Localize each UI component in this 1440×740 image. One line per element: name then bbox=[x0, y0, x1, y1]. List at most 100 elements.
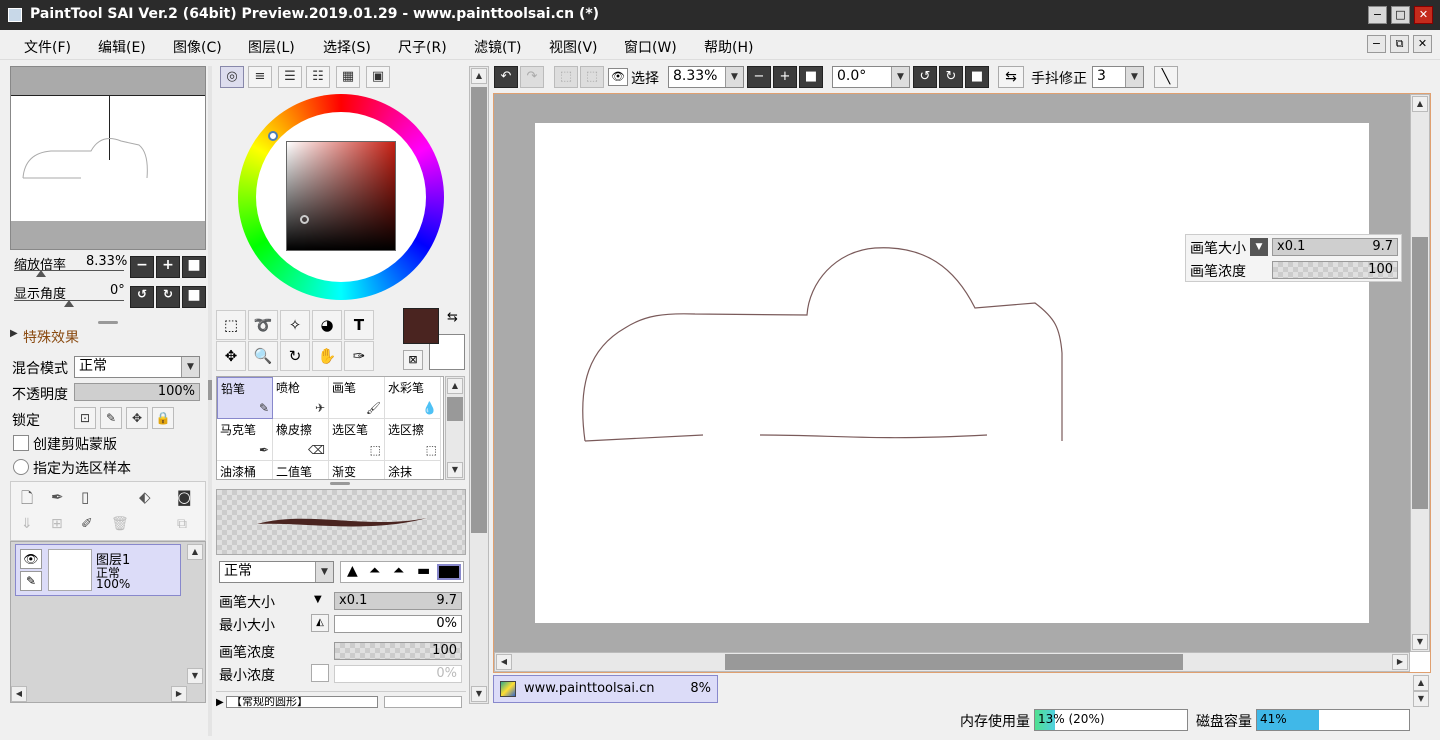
canvas-scroll-left[interactable]: ◀ bbox=[496, 654, 512, 670]
canvas-angle-select[interactable]: 0.0° ▼ bbox=[832, 66, 910, 88]
text-tool-icon[interactable]: T bbox=[344, 310, 374, 340]
clear-layer-icon[interactable]: ✐ bbox=[81, 516, 93, 532]
blend-mode-select[interactable]: 正常 ▼ bbox=[74, 356, 200, 378]
zoom-tool-icon[interactable]: 🔍 bbox=[248, 341, 278, 371]
effects-label[interactable]: 特殊效果 bbox=[23, 327, 79, 347]
zoom-out-button[interactable]: − bbox=[130, 256, 154, 278]
stabilizer-select[interactable]: 3 ▼ bbox=[1092, 66, 1144, 88]
rotate-tool-icon[interactable]: ↻ bbox=[280, 341, 310, 371]
expand-arrow-icon[interactable]: ▶ bbox=[216, 697, 224, 708]
shape-icon[interactable]: ◕ bbox=[312, 310, 342, 340]
canvas-paper[interactable] bbox=[535, 123, 1369, 623]
brush-density-slider[interactable]: 100 bbox=[334, 642, 462, 660]
menu-filter[interactable]: 滤镜(T) bbox=[474, 37, 521, 57]
clipping-checkbox[interactable] bbox=[13, 435, 29, 451]
min-size-slider[interactable]: 0% bbox=[334, 615, 462, 633]
rotate-reset-button[interactable]: ■ bbox=[182, 286, 206, 308]
move-icon[interactable]: ✥ bbox=[216, 341, 246, 371]
canvas-zoom-in-button[interactable]: + bbox=[773, 66, 797, 88]
lasso-icon[interactable]: ➰ bbox=[248, 310, 278, 340]
menu-window[interactable]: 窗口(W) bbox=[624, 37, 677, 57]
menu-image[interactable]: 图像(C) bbox=[173, 37, 222, 57]
document-tab[interactable]: www.painttoolsai.cn 8% bbox=[493, 675, 718, 703]
menu-layer[interactable]: 图层(L) bbox=[248, 37, 295, 57]
redo-icon[interactable]: ↷ bbox=[520, 66, 544, 88]
tool-panel-scroll-down[interactable]: ▼ bbox=[471, 686, 487, 702]
zoom-reset-button[interactable]: ■ bbox=[182, 256, 206, 278]
brush-gradient[interactable]: 渐变 bbox=[329, 461, 385, 479]
doc-list-scroll-up[interactable]: ▲ bbox=[1413, 675, 1429, 691]
panel-splitter[interactable] bbox=[98, 321, 118, 324]
delete-layer-icon[interactable]: 🗑 bbox=[111, 516, 129, 532]
pressure-curve-icon[interactable]: ◭ bbox=[311, 614, 329, 632]
hand-icon[interactable]: ✋ bbox=[312, 341, 342, 371]
canvas-scroll-up[interactable]: ▲ bbox=[1412, 96, 1428, 112]
canvas-hscrollbar[interactable]: ◀ ▶ bbox=[494, 652, 1410, 672]
chevron-down-icon[interactable]: ▼ bbox=[315, 562, 333, 582]
lock-all-icon[interactable]: 🔒 bbox=[152, 407, 174, 429]
undo-icon[interactable]: ↶ bbox=[494, 66, 518, 88]
left-splitter-grip[interactable] bbox=[208, 380, 212, 400]
brush-airbrush[interactable]: 喷枪 ✈ bbox=[273, 377, 329, 419]
minimize-button[interactable]: − bbox=[1368, 6, 1387, 24]
canvas-rotate-left-button[interactable]: ↺ bbox=[913, 66, 937, 88]
new-folder-icon[interactable]: ▯ bbox=[81, 488, 89, 506]
saturation-value-square[interactable] bbox=[286, 141, 396, 251]
brush-scroll-thumb[interactable] bbox=[447, 397, 463, 421]
hsv-sliders-tab-icon[interactable]: ☰ bbox=[278, 66, 302, 88]
canvas-rotate-reset-button[interactable]: ■ bbox=[965, 66, 989, 88]
canvas-scroll-right[interactable]: ▶ bbox=[1392, 654, 1408, 670]
eye-icon[interactable]: 👁 bbox=[20, 549, 42, 569]
chevron-down-icon[interactable]: ▼ bbox=[1250, 238, 1268, 256]
scratchpad-tab-icon[interactable]: ▣ bbox=[366, 66, 390, 88]
brush-pencil[interactable]: 铅笔 ✎ bbox=[217, 377, 273, 419]
flip-horizontal-icon[interactable]: ⇆ bbox=[998, 66, 1024, 88]
tip-shape-3-icon[interactable]: ⏶ bbox=[393, 563, 404, 579]
rotate-left-button[interactable]: ↺ bbox=[130, 286, 154, 308]
tool-panel-scrollbar[interactable]: ▲ ▼ bbox=[469, 66, 489, 704]
brush-grid-scrollbar[interactable]: ▲ ▼ bbox=[445, 376, 465, 480]
layer-mask-icon[interactable]: ◙ bbox=[177, 488, 192, 506]
canvas-zoom-out-button[interactable]: − bbox=[747, 66, 771, 88]
tip-shape-4-icon[interactable]: ▬ bbox=[417, 563, 430, 579]
opacity-slider[interactable]: 100% bbox=[74, 383, 200, 401]
lock-transparency-icon[interactable]: ⊡ bbox=[74, 407, 96, 429]
doc-list-scroll-down[interactable]: ▼ bbox=[1413, 691, 1429, 707]
apply-mask-icon[interactable]: ⧉ bbox=[177, 516, 187, 532]
menu-view[interactable]: 视图(V) bbox=[549, 37, 598, 57]
layer-effects-icon[interactable]: ⬖ bbox=[139, 488, 151, 506]
canvas-hscroll-thumb[interactable] bbox=[725, 654, 1183, 670]
layer-scroll-right[interactable]: ▶ bbox=[171, 686, 187, 702]
new-layer-icon[interactable]: 🗋 bbox=[21, 488, 33, 513]
merge-down-icon[interactable]: ⊞ bbox=[51, 516, 63, 532]
tip-shape-1-icon[interactable]: ▲ bbox=[347, 563, 358, 579]
selection-sample-radio[interactable] bbox=[13, 459, 29, 475]
tip-shape-2-icon[interactable]: ⏶ bbox=[369, 563, 380, 579]
rotate-right-button[interactable]: ↻ bbox=[156, 286, 180, 308]
brush-marker[interactable]: 马克笔 ✒ bbox=[217, 419, 273, 461]
min-density-slider[interactable]: 0% bbox=[334, 665, 462, 683]
color-wheel-tab-icon[interactable]: ◎ bbox=[220, 66, 244, 88]
brush-bucket[interactable]: 油漆桶 bbox=[217, 461, 273, 479]
size-range-dropdown-icon[interactable]: ▼ bbox=[314, 594, 322, 605]
menu-select[interactable]: 选择(S) bbox=[323, 37, 371, 57]
brush-size-slider[interactable]: x0.1 9.7 bbox=[334, 592, 462, 610]
brush-eraser[interactable]: 橡皮擦 ⌫ bbox=[273, 419, 329, 461]
menu-edit[interactable]: 编辑(E) bbox=[98, 37, 146, 57]
foreground-color-swatch[interactable] bbox=[403, 308, 439, 344]
color-picker-handle[interactable] bbox=[300, 215, 309, 224]
straight-line-icon[interactable]: ╲ bbox=[1154, 66, 1178, 88]
brush-watercolor[interactable]: 水彩笔 💧 bbox=[385, 377, 441, 419]
brush-panel-splitter[interactable] bbox=[330, 482, 350, 485]
canvas-vscrollbar[interactable]: ▲ ▼ bbox=[1410, 94, 1430, 652]
lock-move-icon[interactable]: ✥ bbox=[126, 407, 148, 429]
canvas-rotate-right-button[interactable]: ↻ bbox=[939, 66, 963, 88]
brush-scroll-up[interactable]: ▲ bbox=[447, 378, 463, 394]
tool-panel-scroll-up[interactable]: ▲ bbox=[471, 68, 487, 84]
chevron-down-icon[interactable]: ▼ bbox=[725, 67, 743, 87]
layer-row[interactable]: 👁 ✎ 图层1 正常 100% bbox=[15, 544, 181, 596]
magic-wand-icon[interactable]: ✧ bbox=[280, 310, 310, 340]
brush-blend-select[interactable]: 正常 ▼ bbox=[219, 561, 334, 583]
layer-scroll-left[interactable]: ◀ bbox=[11, 686, 27, 702]
canvas-zoom-select[interactable]: 8.33% ▼ bbox=[668, 66, 744, 88]
